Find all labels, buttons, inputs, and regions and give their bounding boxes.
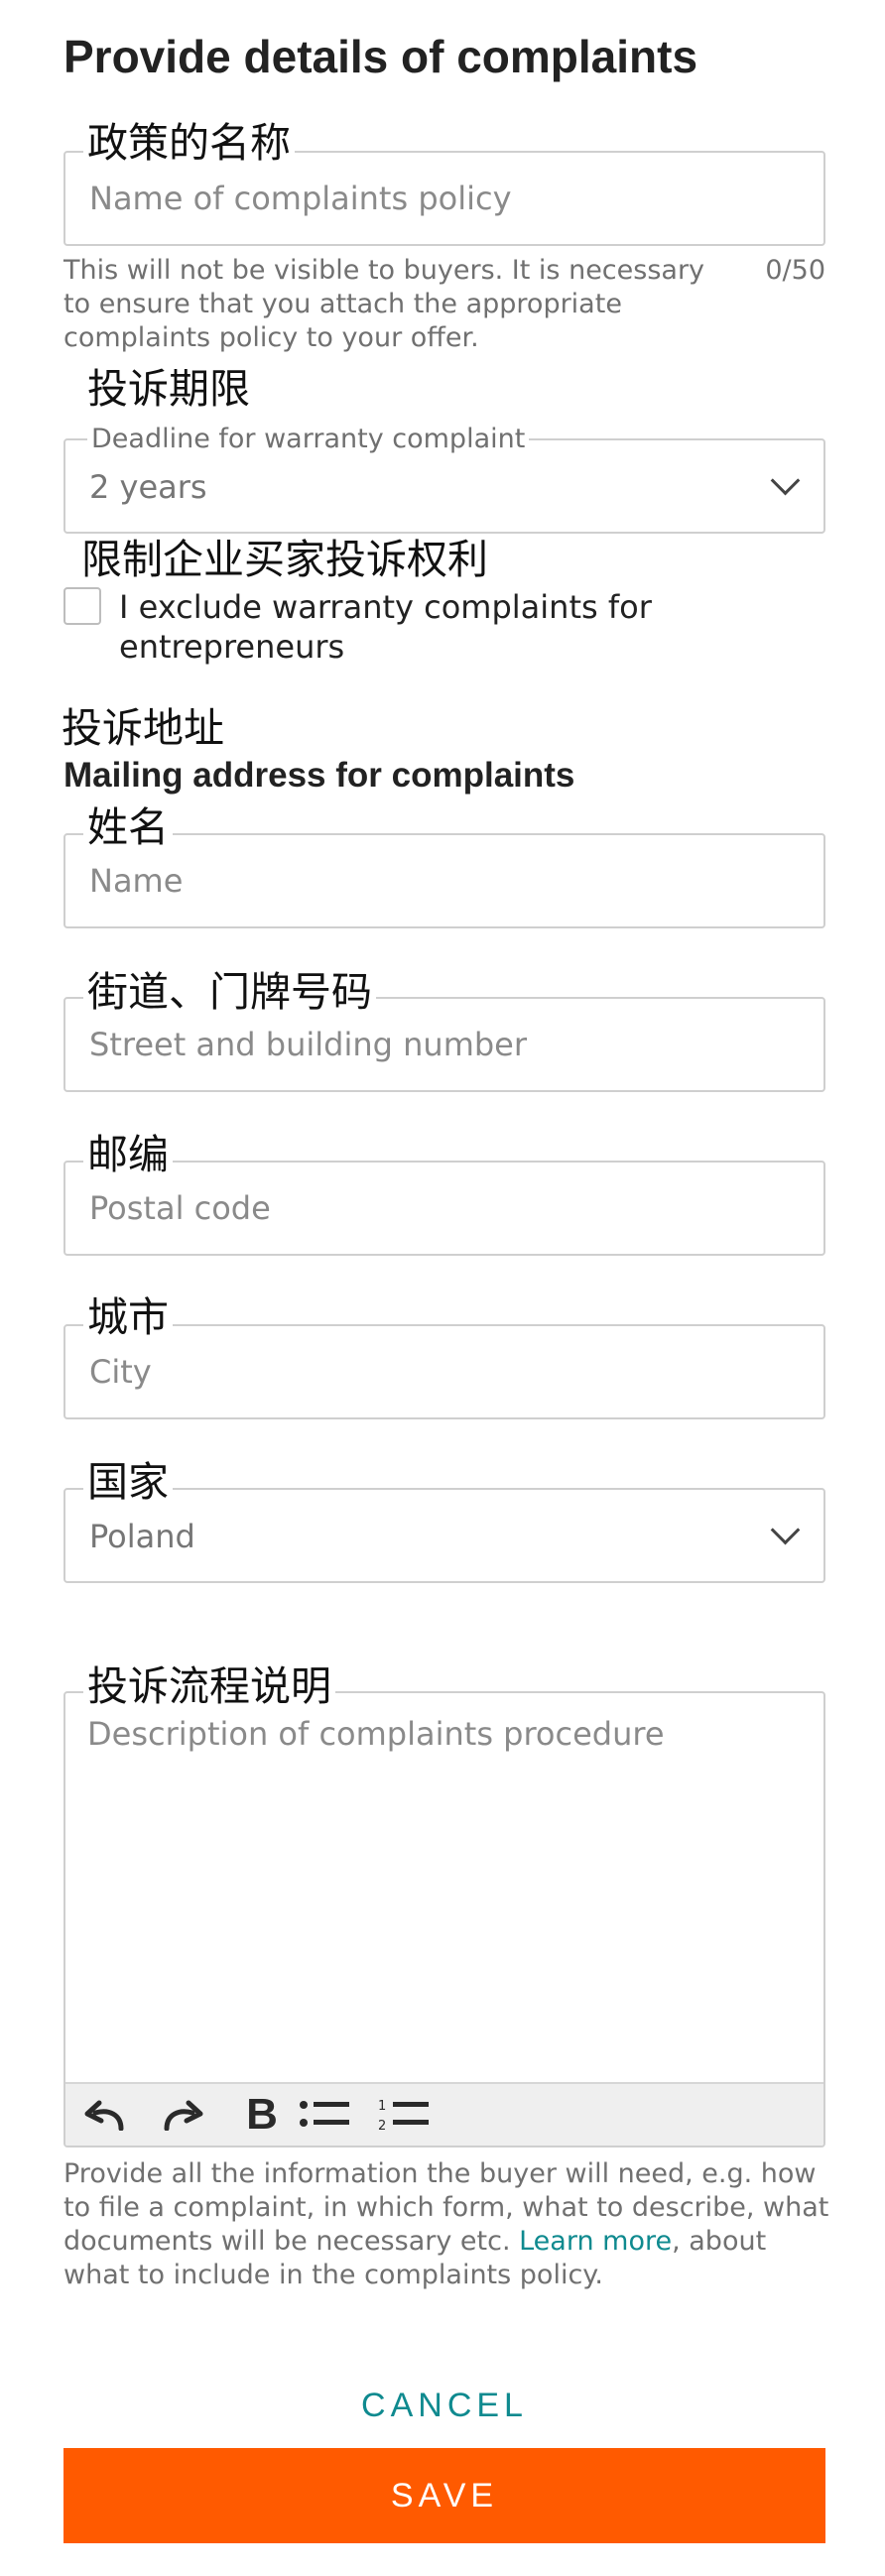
name-field[interactable] (63, 833, 825, 928)
bold-button[interactable]: B (232, 2092, 292, 2138)
chevron-down-icon (770, 1515, 801, 1545)
redo-icon (164, 2100, 203, 2131)
learn-more-link[interactable]: Learn more (519, 2226, 672, 2257)
svg-text:2: 2 (378, 2119, 386, 2133)
procedure-helper: Provide all the information the buyer wi… (63, 2157, 837, 2292)
deadline-cn-label: 投诉期限 (83, 369, 254, 410)
exclude-entrepreneurs-label[interactable]: I exclude warranty complaints for entrep… (119, 587, 814, 667)
save-button[interactable]: SAVE (63, 2448, 825, 2543)
page-title: Provide details of complaints (63, 31, 698, 82)
editor-toolbar: B 1 2 (65, 2082, 823, 2146)
cancel-button[interactable]: CANCEL (63, 2371, 825, 2440)
country-select[interactable]: Poland (63, 1488, 825, 1583)
street-cn-label: 街道、门牌号码 (83, 972, 376, 1013)
character-counter: 0/50 (765, 255, 825, 286)
policy-name-cn-label: 政策的名称 (83, 123, 295, 164)
postal-code-cn-label: 邮编 (83, 1135, 173, 1175)
exclude-entrepreneurs-checkbox[interactable] (63, 587, 101, 625)
city-input[interactable] (89, 1326, 800, 1417)
deadline-value: 2 years (89, 468, 207, 506)
bullet-list-icon (300, 2101, 349, 2127)
procedure-editor[interactable]: B 1 2 (63, 1691, 825, 2147)
city-field[interactable] (63, 1324, 825, 1419)
country-value: Poland (89, 1518, 195, 1555)
svg-text:1: 1 (378, 2099, 386, 2114)
undo-icon (84, 2100, 124, 2131)
mailing-address-heading: Mailing address for complaints (63, 756, 575, 795)
bullet-list-button[interactable] (296, 2092, 355, 2138)
exclude-cn-label: 限制企业买家投诉权利 (77, 540, 492, 580)
chevron-down-icon (770, 465, 801, 496)
mailing-address-cn-label: 投诉地址 (58, 708, 228, 749)
procedure-textarea[interactable] (87, 1715, 802, 2072)
deadline-label: Deadline for warranty complaint (87, 425, 530, 454)
undo-button[interactable] (75, 2092, 135, 2138)
redo-button[interactable] (153, 2092, 212, 2138)
numbered-list-icon: 1 2 (378, 2099, 429, 2133)
city-cn-label: 城市 (83, 1297, 173, 1338)
numbered-list-button[interactable]: 1 2 (375, 2092, 435, 2138)
procedure-cn-label: 投诉流程说明 (83, 1666, 335, 1707)
policy-name-helper: This will not be visible to buyers. It i… (63, 255, 705, 353)
postal-code-input[interactable] (89, 1163, 800, 1254)
name-input[interactable] (89, 835, 800, 926)
name-cn-label: 姓名 (83, 807, 173, 848)
country-cn-label: 国家 (83, 1462, 173, 1503)
deadline-select[interactable]: Deadline for warranty complaint 2 years (63, 425, 825, 534)
postal-code-field[interactable] (63, 1161, 825, 1256)
